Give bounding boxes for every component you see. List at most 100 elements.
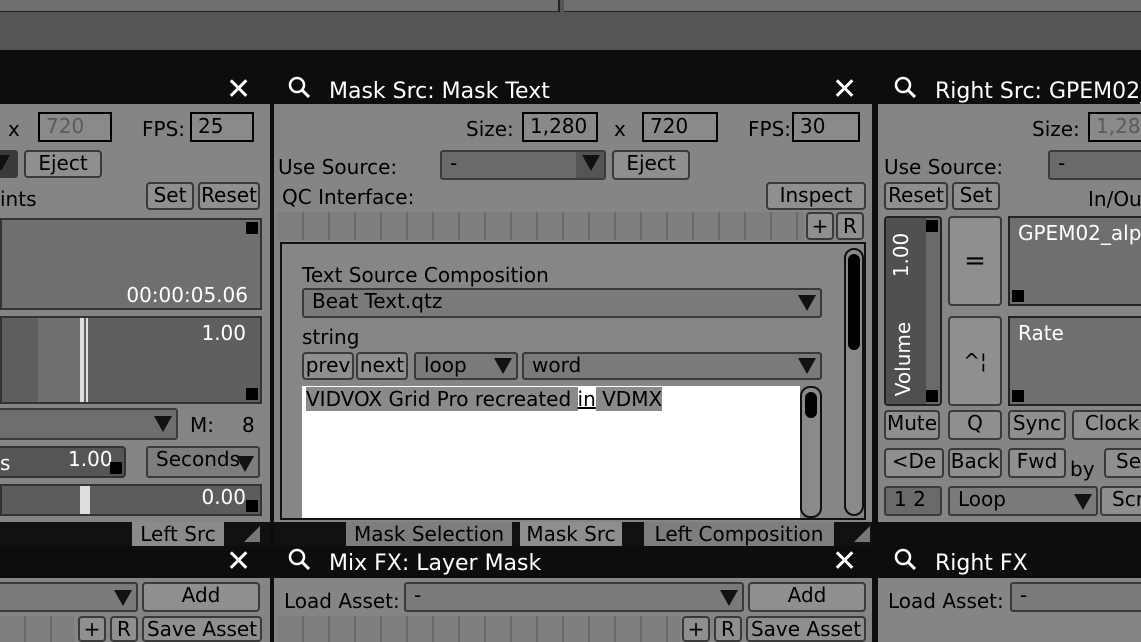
corner-handle	[926, 390, 938, 402]
rate-slider[interactable]: Rate	[1008, 316, 1141, 406]
word-dropdown[interactable]: word	[522, 352, 822, 380]
equals-button[interactable]: =	[948, 216, 1002, 306]
loop-label: Loop	[958, 487, 1006, 511]
string-textarea[interactable]: VIDVOX Grid Pro recreated in VDMX	[302, 386, 800, 518]
right-src-header: Right Src: GPEM02_	[894, 76, 1141, 106]
next-button[interactable]: next	[356, 352, 408, 380]
volume-label: Volume	[891, 321, 915, 397]
resize-corner-icon[interactable]	[244, 526, 260, 542]
tab-mask-selection[interactable]: Mask Selection	[346, 522, 512, 546]
plus-button[interactable]: +	[78, 616, 106, 642]
fx-grid-strip	[0, 616, 74, 642]
rate-slider[interactable]: 1.00	[0, 316, 262, 404]
search-icon[interactable]	[894, 548, 918, 578]
fwd-button[interactable]: Fwd	[1008, 448, 1066, 478]
tab-mask-src[interactable]: Mask Src	[520, 522, 622, 546]
use-source-dropdown[interactable]: -	[1048, 150, 1141, 180]
scroll-thumb[interactable]	[848, 254, 860, 350]
textarea-scrollbar[interactable]	[800, 386, 822, 518]
tab-left-src[interactable]: Left Src	[132, 522, 224, 546]
width-field[interactable]: 1,280	[522, 112, 598, 142]
corner-handle	[926, 220, 938, 232]
qc-grid-strip	[278, 212, 804, 240]
set-button[interactable]: Set	[146, 182, 194, 210]
position-slider[interactable]: 0.00	[0, 484, 262, 516]
asset-dropdown[interactable]	[0, 582, 138, 612]
inspect-button[interactable]: Inspect	[766, 182, 866, 210]
toolbar-segment-right	[564, 0, 1141, 12]
search-icon[interactable]	[288, 548, 312, 578]
corner-handle	[246, 388, 258, 400]
corner-handle	[1012, 390, 1024, 402]
left-src-panel: x 720 FPS: 25 Eject ints Set Reset 00:00…	[0, 104, 270, 522]
close-icon[interactable]: ✕	[226, 75, 251, 105]
eject-button[interactable]: Eject	[24, 150, 102, 178]
reset-button[interactable]: Reset	[198, 182, 260, 210]
r-button[interactable]: R	[714, 616, 742, 642]
toolbar-segment-left	[0, 0, 560, 12]
composition-label: Text Source Composition	[302, 263, 549, 287]
resize-corner-icon[interactable]	[854, 526, 870, 542]
jump-button[interactable]: ^¦	[948, 316, 1002, 406]
back-button[interactable]: Back	[948, 448, 1002, 478]
fps-field[interactable]: 30	[792, 112, 860, 142]
q-button[interactable]: Q	[948, 410, 1002, 440]
composition-dropdown[interactable]: Beat Text.qtz	[302, 288, 822, 318]
text-highlight: in	[577, 387, 596, 411]
fx-grid-strip	[278, 616, 680, 642]
plus-button[interactable]: +	[682, 616, 710, 642]
prev-button[interactable]: prev	[302, 352, 354, 380]
delete-button[interactable]: <De	[884, 448, 944, 478]
height-field[interactable]: 720	[38, 112, 112, 142]
r-button[interactable]: R	[110, 616, 138, 642]
mode-dropdown[interactable]	[0, 408, 178, 440]
step-dropdown[interactable]: Se	[1104, 448, 1141, 478]
loop-dropdown[interactable]: Loop	[948, 486, 1098, 516]
qc-interface-label: QC Interface:	[282, 185, 415, 209]
seconds-slider[interactable]: s 1.00	[0, 446, 126, 478]
search-icon[interactable]	[288, 76, 312, 106]
search-icon[interactable]	[894, 76, 918, 106]
corner-handle	[246, 222, 258, 234]
half-dropdown[interactable]: 1 2	[884, 486, 942, 516]
composition-value: Beat Text.qtz	[312, 289, 443, 313]
fps-field[interactable]: 25	[190, 112, 254, 142]
top-toolbar	[0, 0, 1141, 50]
r-button[interactable]: R	[836, 212, 864, 240]
close-icon[interactable]: ✕	[832, 75, 857, 105]
save-asset-button[interactable]: Save Asset	[746, 616, 866, 642]
loop-dropdown[interactable]: loop	[414, 352, 518, 380]
close-icon[interactable]: ✕	[226, 547, 251, 577]
clock-button[interactable]: Clock	[1072, 410, 1141, 440]
height-field[interactable]: 720	[642, 112, 718, 142]
sync-button[interactable]: Sync	[1008, 410, 1066, 440]
timeline-preview[interactable]: 00:00:05.06	[0, 218, 262, 310]
volume-slider[interactable]: 1.00 Volume	[884, 216, 942, 406]
save-asset-button[interactable]: Save Asset	[142, 616, 262, 642]
scroll-thumb[interactable]	[805, 392, 817, 418]
width-field[interactable]: 1,28	[1088, 112, 1141, 142]
reset-button[interactable]: Reset	[884, 182, 948, 210]
load-asset-dropdown[interactable]: -	[1010, 582, 1141, 612]
scrub-button[interactable]: Scr	[1100, 486, 1141, 516]
tab-left-composition[interactable]: Left Composition	[644, 522, 834, 546]
load-asset-dropdown[interactable]: -	[404, 582, 744, 612]
set-button[interactable]: Set	[952, 182, 1000, 210]
seconds-dropdown[interactable]: Seconds	[146, 446, 260, 478]
close-icon[interactable]: ✕	[832, 547, 857, 577]
load-asset-value: -	[414, 583, 422, 607]
plus-button[interactable]: +	[806, 212, 834, 240]
add-button[interactable]: Add	[748, 582, 866, 612]
clip-preview[interactable]: GPEM02_alp	[1008, 216, 1141, 306]
use-source-value: -	[450, 151, 458, 175]
source-dropdown-arrow[interactable]	[0, 150, 18, 178]
mask-tabbar: Mask Selection Mask Src Left Composition	[274, 522, 872, 546]
right-src-panel: Size: 1,28 Use Source: - Reset Set In/Ou…	[878, 104, 1141, 522]
s-value: 1.00	[68, 447, 113, 471]
add-button[interactable]: Add	[142, 582, 260, 612]
mute-button[interactable]: Mute	[884, 410, 940, 440]
volume-value: 1.00	[889, 232, 913, 278]
use-source-dropdown[interactable]: -	[440, 150, 606, 180]
inspector-scrollbar[interactable]	[844, 248, 864, 516]
eject-button[interactable]: Eject	[612, 150, 690, 180]
